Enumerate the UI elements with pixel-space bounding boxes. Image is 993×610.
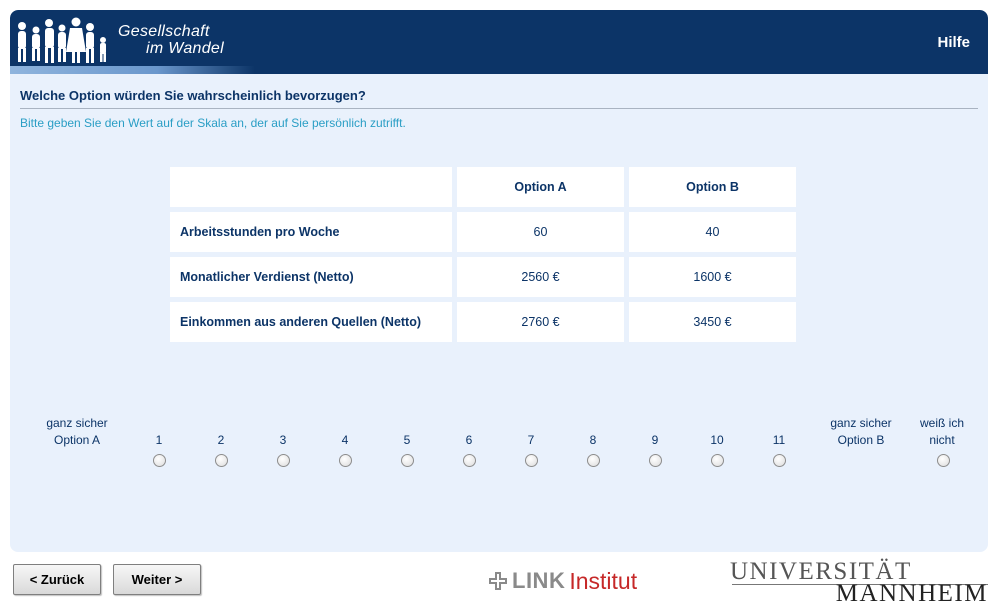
instruction-text: Bitte geben Sie den Wert auf der Skala a…	[20, 116, 406, 130]
next-button[interactable]: Weiter >	[113, 564, 201, 595]
scale-number-3: 3	[279, 433, 287, 447]
scale-left-anchor: ganz sicher Option A	[32, 415, 122, 449]
scale-radio-4[interactable]	[339, 454, 352, 467]
scale-radio-7[interactable]	[525, 454, 538, 467]
dont-know-label-1: weiß ich	[919, 416, 964, 430]
link-institut-logo: LINK Institut	[488, 567, 637, 595]
scale-radio-6[interactable]	[463, 454, 476, 467]
help-link[interactable]: Hilfe	[937, 34, 970, 51]
scale-number-4: 4	[341, 433, 349, 447]
option-a-value: 60	[457, 212, 624, 252]
scale-radio-5[interactable]	[401, 454, 414, 467]
comparison-table: Option A Option B Arbeitsstunden pro Woc…	[165, 162, 801, 347]
scale-left-label-1: ganz sicher	[46, 416, 108, 430]
option-b-value: 3450 €	[629, 302, 796, 342]
table-corner-cell	[170, 167, 452, 207]
column-header-option-b: Option B	[629, 167, 796, 207]
people-silhouette-icon	[18, 17, 106, 63]
link-cross-icon	[489, 572, 507, 590]
scale-number-7: 7	[527, 433, 535, 447]
option-a-value: 2760 €	[457, 302, 624, 342]
scale-number-2: 2	[217, 433, 225, 447]
survey-panel: Gesellschaft im Wandel Hilfe Welche Opti…	[10, 10, 988, 552]
scale-number-10: 10	[710, 433, 724, 447]
scale-right-label-2: Option B	[837, 433, 885, 447]
back-button[interactable]: < Zurück	[13, 564, 101, 595]
table-header-row: Option A Option B	[170, 167, 796, 207]
scale-radio-9[interactable]	[649, 454, 662, 467]
scale-left-label-2: Option A	[53, 433, 101, 447]
scale-radio-8[interactable]	[587, 454, 600, 467]
scale-radio-3[interactable]	[277, 454, 290, 467]
row-label: Einkommen aus anderen Quellen (Netto)	[170, 302, 452, 342]
dont-know-label-2: nicht	[929, 433, 955, 447]
scale-right-label-1: ganz sicher	[830, 416, 892, 430]
table-row: Monatlicher Verdienst (Netto) 2560 € 160…	[170, 257, 796, 297]
option-a-value: 2560 €	[457, 257, 624, 297]
dont-know-radio[interactable]	[937, 454, 950, 467]
logo-stripe	[10, 66, 255, 74]
brand-wordmark: Gesellschaft im Wandel	[118, 23, 224, 57]
university-mannheim-logo: UNIVERSITÄT MANNHEIM	[730, 558, 988, 607]
link-institut-text: Institut	[569, 567, 638, 594]
scale-number-9: 9	[651, 433, 659, 447]
scale-radio-11[interactable]	[773, 454, 786, 467]
row-label: Arbeitsstunden pro Woche	[170, 212, 452, 252]
table-row: Einkommen aus anderen Quellen (Netto) 27…	[170, 302, 796, 342]
scale-right-anchor: ganz sicher Option B	[816, 415, 906, 449]
scale-radio-2[interactable]	[215, 454, 228, 467]
table-row: Arbeitsstunden pro Woche 60 40	[170, 212, 796, 252]
dont-know-anchor: weiß ich nicht	[908, 415, 976, 449]
brand-line-2: im Wandel	[146, 40, 224, 57]
scale-number-11: 11	[772, 433, 786, 447]
column-header-option-a: Option A	[457, 167, 624, 207]
scale-number-6: 6	[465, 433, 473, 447]
question-title: Welche Option würden Sie wahrscheinlich …	[20, 88, 978, 109]
option-b-value: 40	[629, 212, 796, 252]
option-b-value: 1600 €	[629, 257, 796, 297]
scale-number-5: 5	[403, 433, 411, 447]
scale-number-8: 8	[589, 433, 597, 447]
scale-radio-10[interactable]	[711, 454, 724, 467]
university-line-2: MANNHEIM	[835, 580, 988, 607]
scale-number-1: 1	[155, 433, 163, 447]
link-brand-text: LINK	[512, 568, 566, 593]
header-bar: Gesellschaft im Wandel Hilfe	[10, 10, 988, 74]
row-label: Monatlicher Verdienst (Netto)	[170, 257, 452, 297]
brand-line-1: Gesellschaft	[118, 23, 210, 40]
scale-radio-1[interactable]	[153, 454, 166, 467]
